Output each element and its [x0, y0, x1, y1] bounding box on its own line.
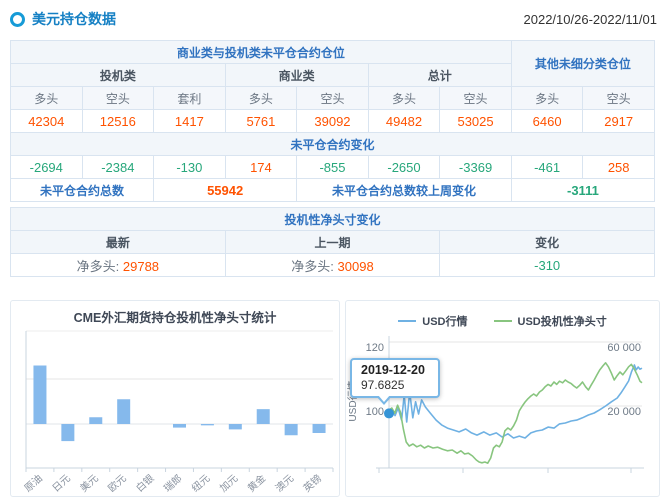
category-label: 黄金 [245, 472, 269, 495]
col-header: 空头 [583, 87, 655, 110]
legend-swatch-blue [398, 320, 416, 322]
bar [117, 399, 130, 424]
position-value: 1417 [154, 110, 226, 133]
latest-net-long-cell: 净多头: 29788 [11, 254, 226, 277]
subheader-total: 总计 [368, 64, 511, 87]
total-oi-label: 未平仓合约总数 [11, 179, 154, 202]
col-header: 多头 [511, 87, 583, 110]
line-chart-panel: USD行情 USD投机性净头寸 120 100 60 000 20 000 US… [345, 300, 660, 497]
category-label: 瑞郎 [161, 472, 185, 495]
category-label: 加元 [217, 472, 240, 494]
bar [257, 409, 270, 424]
col-header: 多头 [11, 87, 83, 110]
total-oi-value: 55942 [154, 179, 297, 202]
chart-legend: USD行情 USD投机性净头寸 [346, 313, 659, 329]
col-header: 空头 [440, 87, 512, 110]
col-header-previous: 上一期 [225, 231, 440, 254]
net-position-header: 投机性净头寸变化 [11, 208, 655, 231]
right-axis-tick-label: 60 000 [607, 342, 641, 354]
net-position-table: 投机性净头寸变化 最新 上一期 变化 净多头: 29788 净多头: 30098… [10, 207, 655, 277]
left-axis-tick-label: 120 [366, 342, 384, 354]
change-value: -2650 [368, 156, 440, 179]
change-value: -461 [511, 156, 583, 179]
col-header-change: 变化 [440, 231, 655, 254]
legend-label: USD行情 [422, 313, 467, 329]
chart-tooltip: 2019-12-20 97.6825 [350, 358, 440, 398]
change-value: 258 [583, 156, 655, 179]
net-long-change-value: -310 [440, 254, 655, 277]
title-wrap: 美元持仓数据 [10, 9, 116, 29]
legend-item-usd-price[interactable]: USD行情 [398, 313, 467, 329]
category-label: 英镑 [300, 472, 324, 495]
usd-positions-report: 美元持仓数据 2022/10/26-2022/11/01 商业类与投机类未平仓合… [0, 0, 665, 503]
category-label: 白银 [133, 472, 157, 495]
category-label: 日元 [51, 473, 73, 495]
change-value: -855 [297, 156, 369, 179]
legend-item-usd-netpos[interactable]: USD投机性净头寸 [494, 313, 607, 329]
bar [89, 417, 102, 424]
category-label: 纽元 [189, 472, 213, 495]
subheader-speculative: 投机类 [11, 64, 226, 87]
bar-chart-canvas[interactable]: CME外汇期货持仓投机性净头寸统计 原油日元美元欧元白银瑞郎纽元加元黄金澳元英镑 [11, 301, 339, 496]
legend-label: USD投机性净头寸 [518, 313, 607, 329]
previous-net-long-cell: 净多头: 30098 [225, 254, 440, 277]
right-axis-tick-label: 20 000 [607, 406, 641, 418]
col-header: 空头 [297, 87, 369, 110]
col-header-latest: 最新 [11, 231, 226, 254]
bullet-circle-icon [10, 12, 25, 27]
bar-chart-title: CME外汇期货持仓投机性净头寸统计 [74, 310, 277, 325]
selected-point-marker [384, 408, 394, 418]
tooltip-date: 2019-12-20 [361, 363, 429, 377]
category-label: 澳元 [273, 472, 297, 495]
tooltip-value: 97.6825 [361, 378, 429, 392]
bar [313, 424, 326, 433]
bar [285, 424, 298, 435]
group-header-other: 其他未细分类仓位 [511, 41, 654, 87]
bar [61, 424, 74, 441]
change-value: -2694 [11, 156, 83, 179]
position-value: 42304 [11, 110, 83, 133]
previous-net-long-value: 30098 [338, 259, 374, 274]
change-value: -130 [154, 156, 226, 179]
bar [229, 424, 242, 429]
left-axis-tick-label: 100 [366, 406, 384, 418]
line-chart-canvas[interactable]: 120 100 60 000 20 000 USD行情 [346, 301, 659, 496]
position-value: 53025 [440, 110, 512, 133]
date-range: 2022/10/26-2022/11/01 [524, 12, 658, 27]
positions-table: 商业类与投机类未平仓合约仓位 其他未细分类仓位 投机类 商业类 总计 多头 空头… [10, 40, 655, 202]
report-header: 美元持仓数据 2022/10/26-2022/11/01 [10, 6, 657, 32]
position-value: 39092 [297, 110, 369, 133]
position-value: 2917 [583, 110, 655, 133]
net-long-label: 净多头: [291, 259, 334, 274]
change-section-header: 未平仓合约变化 [11, 133, 655, 156]
col-header: 多头 [368, 87, 440, 110]
change-value: -3369 [440, 156, 512, 179]
bar [173, 424, 186, 428]
bar [33, 366, 46, 425]
change-value: -2384 [82, 156, 154, 179]
position-value: 5761 [225, 110, 297, 133]
col-header: 套利 [154, 87, 226, 110]
page-title: 美元持仓数据 [32, 9, 116, 29]
category-label: 原油 [21, 472, 45, 495]
position-value: 12516 [82, 110, 154, 133]
change-value: 174 [225, 156, 297, 179]
group-header-main: 商业类与投机类未平仓合约仓位 [11, 41, 512, 64]
category-label: 欧元 [106, 472, 129, 494]
category-label: 美元 [77, 472, 101, 495]
col-header: 多头 [225, 87, 297, 110]
net-long-label: 净多头: [77, 259, 120, 274]
week-change-label: 未平仓合约总数较上周变化 [297, 179, 512, 202]
latest-net-long-value: 29788 [123, 259, 159, 274]
position-value: 6460 [511, 110, 583, 133]
col-header: 空头 [82, 87, 154, 110]
subheader-commercial: 商业类 [225, 64, 368, 87]
legend-swatch-green [494, 320, 512, 322]
week-change-value: -3111 [511, 179, 654, 202]
bar-chart-panel: CME外汇期货持仓投机性净头寸统计 原油日元美元欧元白银瑞郎纽元加元黄金澳元英镑 [10, 300, 340, 497]
bar [201, 424, 214, 425]
position-value: 49482 [368, 110, 440, 133]
